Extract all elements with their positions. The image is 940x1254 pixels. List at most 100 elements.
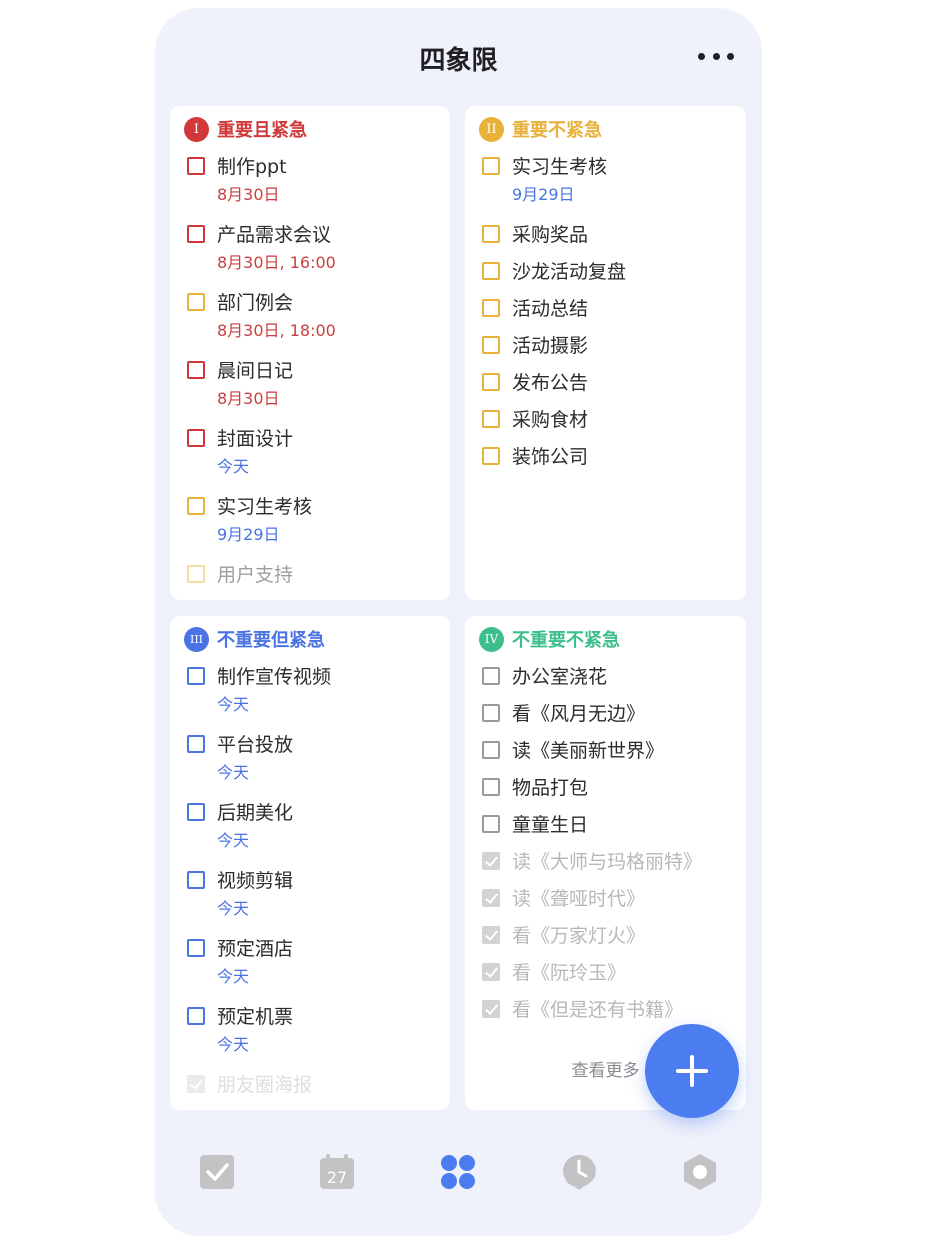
task-item[interactable]: 朋友圈海报 — [187, 1070, 440, 1110]
task-checkbox[interactable] — [187, 871, 205, 889]
task-name: 童童生日 — [512, 814, 589, 836]
task-list: 办公室浇花 看《风月无边》 读《美丽新世界》 物品打包 童童生日 读《大师与玛格… — [482, 662, 736, 1032]
task-name: 装饰公司 — [512, 446, 589, 468]
task-name: 制作ppt — [217, 156, 287, 178]
task-item[interactable]: 看《风月无边》 — [482, 699, 736, 736]
tab-quadrant[interactable] — [438, 1152, 478, 1192]
task-list: 制作ppt 8月30日 产品需求会议 8月30日, 16:00 部门例会 8月30日,… — [187, 152, 440, 600]
task-checkbox-checked[interactable] — [187, 1075, 205, 1093]
task-checkbox[interactable] — [482, 299, 500, 317]
task-list: 实习生考核 9月29日 采购奖品 沙龙活动复盘 活动总结 活动摄影 发布公告 采… — [482, 152, 736, 479]
task-checkbox[interactable] — [187, 429, 205, 447]
task-checkbox-checked[interactable] — [482, 926, 500, 944]
task-item[interactable]: 读《美丽新世界》 — [482, 736, 736, 773]
task-item[interactable]: 产品需求会议 8月30日, 16:00 — [187, 220, 440, 288]
task-checkbox[interactable] — [482, 373, 500, 391]
task-checkbox[interactable] — [482, 704, 500, 722]
task-item[interactable]: 后期美化 今天 — [187, 798, 440, 866]
task-item[interactable]: 晨间日记 8月30日 — [187, 356, 440, 424]
tab-tasks[interactable] — [197, 1152, 237, 1192]
task-checkbox[interactable] — [187, 497, 205, 515]
task-checkbox[interactable] — [187, 803, 205, 821]
quadrant-badge-1: I — [184, 116, 209, 142]
task-checkbox[interactable] — [187, 293, 205, 311]
task-date: 8月30日 — [217, 185, 280, 204]
task-checkbox[interactable] — [482, 225, 500, 243]
task-name: 发布公告 — [512, 372, 589, 394]
task-item[interactable]: 活动总结 — [482, 294, 736, 331]
task-item[interactable]: 装饰公司 — [482, 442, 736, 479]
task-item[interactable]: 活动摄影 — [482, 331, 736, 368]
task-item[interactable]: 用户支持 — [187, 560, 440, 600]
task-item[interactable]: 平台投放 今天 — [187, 730, 440, 798]
task-item[interactable]: 预定机票 今天 — [187, 1002, 440, 1070]
task-checkbox[interactable] — [482, 778, 500, 796]
task-item[interactable]: 封面设计 今天 — [187, 424, 440, 492]
task-name: 采购奖品 — [512, 224, 589, 246]
task-item[interactable]: 童童生日 — [482, 810, 736, 847]
task-checkbox[interactable] — [482, 815, 500, 833]
task-checkbox[interactable] — [187, 939, 205, 957]
task-checkbox[interactable] — [482, 741, 500, 759]
task-checkbox[interactable] — [187, 735, 205, 753]
task-checkbox-checked[interactable] — [482, 852, 500, 870]
task-checkbox[interactable] — [482, 262, 500, 280]
task-item[interactable]: 实习生考核 9月29日 — [187, 492, 440, 560]
tab-calendar[interactable]: 27 — [317, 1152, 357, 1192]
task-checkbox[interactable] — [187, 157, 205, 175]
checkbox-icon — [200, 1155, 234, 1189]
task-checkbox[interactable] — [482, 447, 500, 465]
quadrant-important-urgent[interactable]: I 重要且紧急 制作ppt 8月30日 产品需求会议 8月30日, 16:00 部门… — [170, 106, 450, 600]
task-item[interactable]: 办公室浇花 — [482, 662, 736, 699]
task-name: 物品打包 — [512, 777, 589, 799]
task-name: 产品需求会议 — [217, 224, 332, 246]
task-list: 制作宣传视频 今天 平台投放 今天 后期美化 今天 视频剪辑 今天 预定酒店 今天 预定机… — [187, 662, 440, 1110]
task-item[interactable]: 沙龙活动复盘 — [482, 257, 736, 294]
task-name: 看《但是还有书籍》 — [512, 999, 684, 1021]
task-checkbox-checked[interactable] — [482, 1000, 500, 1018]
task-name: 平台投放 — [217, 734, 294, 756]
task-checkbox[interactable] — [482, 336, 500, 354]
app-screen: 四象限 I 重要且紧急 制作ppt 8月30日 产品需求会议 8月30日, 16:0… — [155, 8, 762, 1236]
task-item[interactable]: 采购食材 — [482, 405, 736, 442]
more-dots-icon[interactable] — [698, 46, 734, 66]
task-name: 活动摄影 — [512, 335, 589, 357]
task-checkbox-checked[interactable] — [482, 889, 500, 907]
task-checkbox-checked[interactable] — [482, 963, 500, 981]
task-checkbox[interactable] — [187, 225, 205, 243]
task-item[interactable]: 制作ppt 8月30日 — [187, 152, 440, 220]
quadrant-badge-4: IV — [479, 626, 504, 652]
more-dot — [698, 52, 705, 60]
quadrant-important-not-urgent[interactable]: II 重要不紧急 实习生考核 9月29日 采购奖品 沙龙活动复盘 活动总结 活动… — [465, 106, 746, 600]
task-name: 制作宣传视频 — [217, 666, 332, 688]
task-item-completed[interactable]: 读《大师与玛格丽特》 — [482, 847, 736, 884]
task-date: 8月30日, 18:00 — [217, 321, 336, 340]
task-item[interactable]: 预定酒店 今天 — [187, 934, 440, 1002]
task-name: 预定机票 — [217, 1006, 294, 1028]
task-checkbox[interactable] — [482, 410, 500, 428]
tab-settings[interactable] — [680, 1152, 720, 1192]
task-date: 9月29日 — [512, 185, 575, 204]
quadrant-not-important-urgent[interactable]: III 不重要但紧急 制作宣传视频 今天 平台投放 今天 后期美化 今天 视频剪辑 今天 — [170, 616, 450, 1110]
task-checkbox[interactable] — [187, 361, 205, 379]
task-name: 实习生考核 — [217, 496, 313, 518]
task-item[interactable]: 物品打包 — [482, 773, 736, 810]
task-item[interactable]: 视频剪辑 今天 — [187, 866, 440, 934]
task-item-completed[interactable]: 读《聋哑时代》 — [482, 884, 736, 921]
task-item-completed[interactable]: 看《阮玲玉》 — [482, 958, 736, 995]
task-checkbox[interactable] — [187, 667, 205, 685]
task-checkbox[interactable] — [187, 1007, 205, 1025]
task-item[interactable]: 制作宣传视频 今天 — [187, 662, 440, 730]
tab-focus[interactable] — [559, 1152, 599, 1192]
task-item-completed[interactable]: 看《万家灯火》 — [482, 921, 736, 958]
task-checkbox[interactable] — [187, 565, 205, 583]
task-item[interactable]: 采购奖品 — [482, 220, 736, 257]
task-checkbox[interactable] — [482, 157, 500, 175]
task-checkbox[interactable] — [482, 667, 500, 685]
task-item[interactable]: 部门例会 8月30日, 18:00 — [187, 288, 440, 356]
page-title: 四象限 — [419, 46, 498, 76]
task-item[interactable]: 实习生考核 9月29日 — [482, 152, 736, 220]
task-item[interactable]: 发布公告 — [482, 368, 736, 405]
add-task-button[interactable] — [645, 1024, 739, 1118]
task-date: 8月30日 — [217, 389, 280, 408]
